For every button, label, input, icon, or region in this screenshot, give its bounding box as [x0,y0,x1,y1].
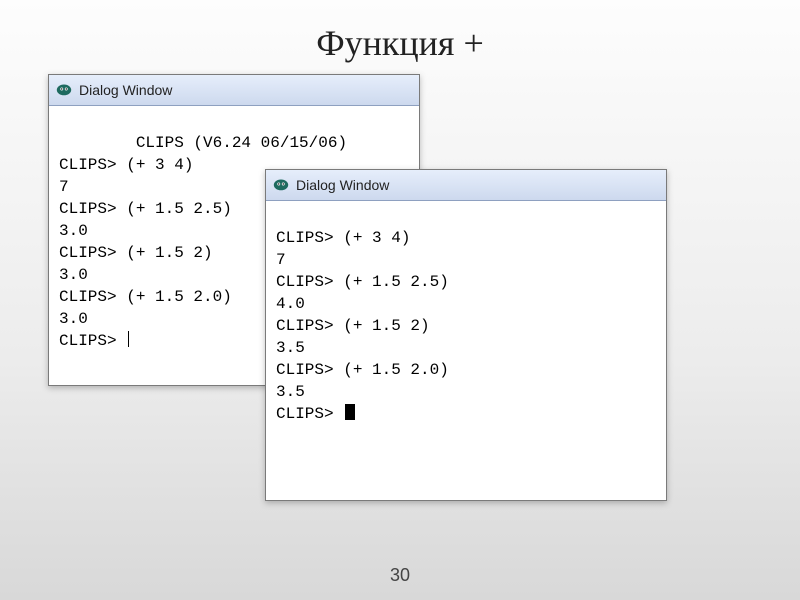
page-number: 30 [0,565,800,586]
app-icon [272,175,296,196]
terminal-1-line-4: CLIPS> (+ 1.5 2) [59,244,213,262]
terminal-2-line-4: CLIPS> (+ 1.5 2) [276,317,430,335]
clips-version-header: CLIPS (V6.24 06/15/06) [59,132,409,154]
slide-stage: Dialog Window CLIPS (V6.24 06/15/06) CLIP… [0,64,800,584]
terminal-2-line-8: CLIPS> [276,405,343,423]
slide-title: Функция + [0,0,800,64]
terminal-2-line-2: CLIPS> (+ 1.5 2.5) [276,273,449,291]
terminal-2[interactable]: CLIPS> (+ 3 4) 7 CLIPS> (+ 1.5 2.5) 4.0 … [266,201,666,453]
terminal-2-line-6: CLIPS> (+ 1.5 2.0) [276,361,449,379]
terminal-2-line-0: CLIPS> (+ 3 4) [276,229,410,247]
terminal-1-line-8: CLIPS> [59,332,126,350]
titlebar-2[interactable]: Dialog Window [266,170,666,201]
window-title-2: Dialog Window [296,177,389,193]
terminal-1-line-6: CLIPS> (+ 1.5 2.0) [59,288,232,306]
terminal-1-line-1: 7 [59,178,69,196]
terminal-2-line-3: 4.0 [276,295,305,313]
titlebar-1[interactable]: Dialog Window [49,75,419,106]
terminal-2-line-7: 3.5 [276,383,305,401]
terminal-2-line-1: 7 [276,251,286,269]
terminal-1-line-0: CLIPS> (+ 3 4) [59,156,193,174]
app-icon [55,80,79,101]
text-cursor-icon [128,331,129,347]
terminal-1-line-7: 3.0 [59,310,88,328]
terminal-1-line-2: CLIPS> (+ 1.5 2.5) [59,200,232,218]
terminal-1-line-5: 3.0 [59,266,88,284]
terminal-2-line-5: 3.5 [276,339,305,357]
dialog-window-2: Dialog Window CLIPS> (+ 3 4) 7 CLIPS> (+… [265,169,667,501]
terminal-1-line-3: 3.0 [59,222,88,240]
block-cursor-icon [345,404,355,420]
window-title-1: Dialog Window [79,82,172,98]
